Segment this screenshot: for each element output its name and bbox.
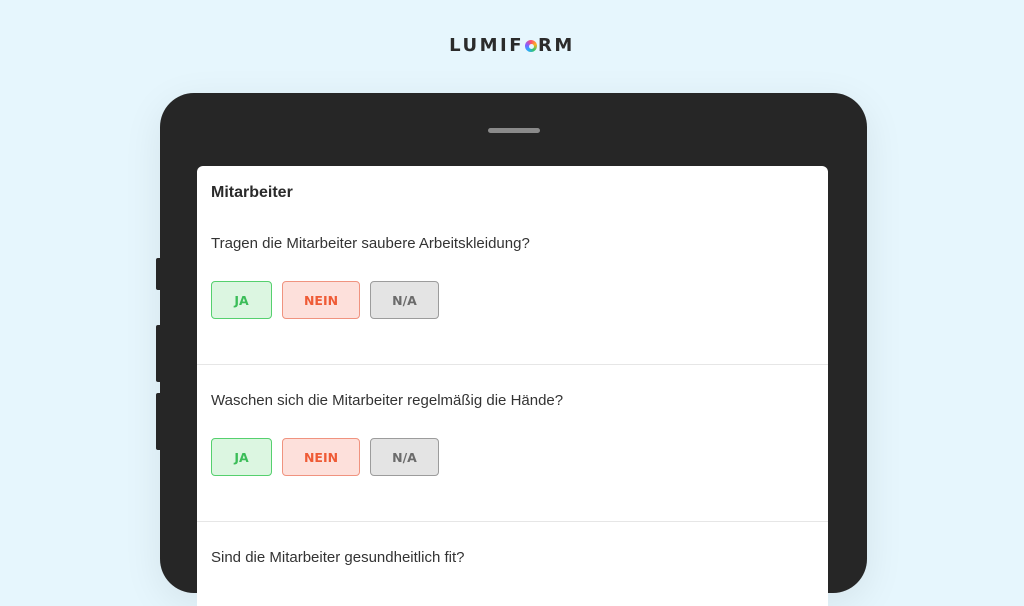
tablet-speaker [488,128,540,133]
tablet-volume-down-button [156,393,161,450]
divider [197,364,828,365]
answer-na-button[interactable]: N/A [370,281,439,319]
answer-no-button[interactable]: NEIN [282,438,360,476]
answer-na-button[interactable]: N/A [370,438,439,476]
divider [197,521,828,522]
question-2: Waschen sich die Mitarbeiter regelmäßig … [211,392,564,409]
tablet-side-button [156,258,161,290]
question-1: Tragen die Mitarbeiter saubere Arbeitskl… [211,235,530,252]
tablet-device: Mitarbeiter Tragen die Mitarbeiter saube… [156,93,867,606]
tablet-volume-up-button [156,325,161,382]
logo-color-ring-icon [525,40,538,52]
question-3: Sind die Mitarbeiter gesundheitlich fit? [211,549,465,566]
section-title: Mitarbeiter [211,184,293,201]
lumiform-logo: LUMIF RM [0,35,1024,56]
answer-yes-button[interactable]: JA [211,281,272,319]
form-screen: Mitarbeiter Tragen die Mitarbeiter saube… [197,166,828,606]
answer-yes-button[interactable]: JA [211,438,272,476]
logo-text-suffix: RM [538,35,575,56]
logo-text-prefix: LUMIF [449,35,525,56]
answer-no-button[interactable]: NEIN [282,281,360,319]
